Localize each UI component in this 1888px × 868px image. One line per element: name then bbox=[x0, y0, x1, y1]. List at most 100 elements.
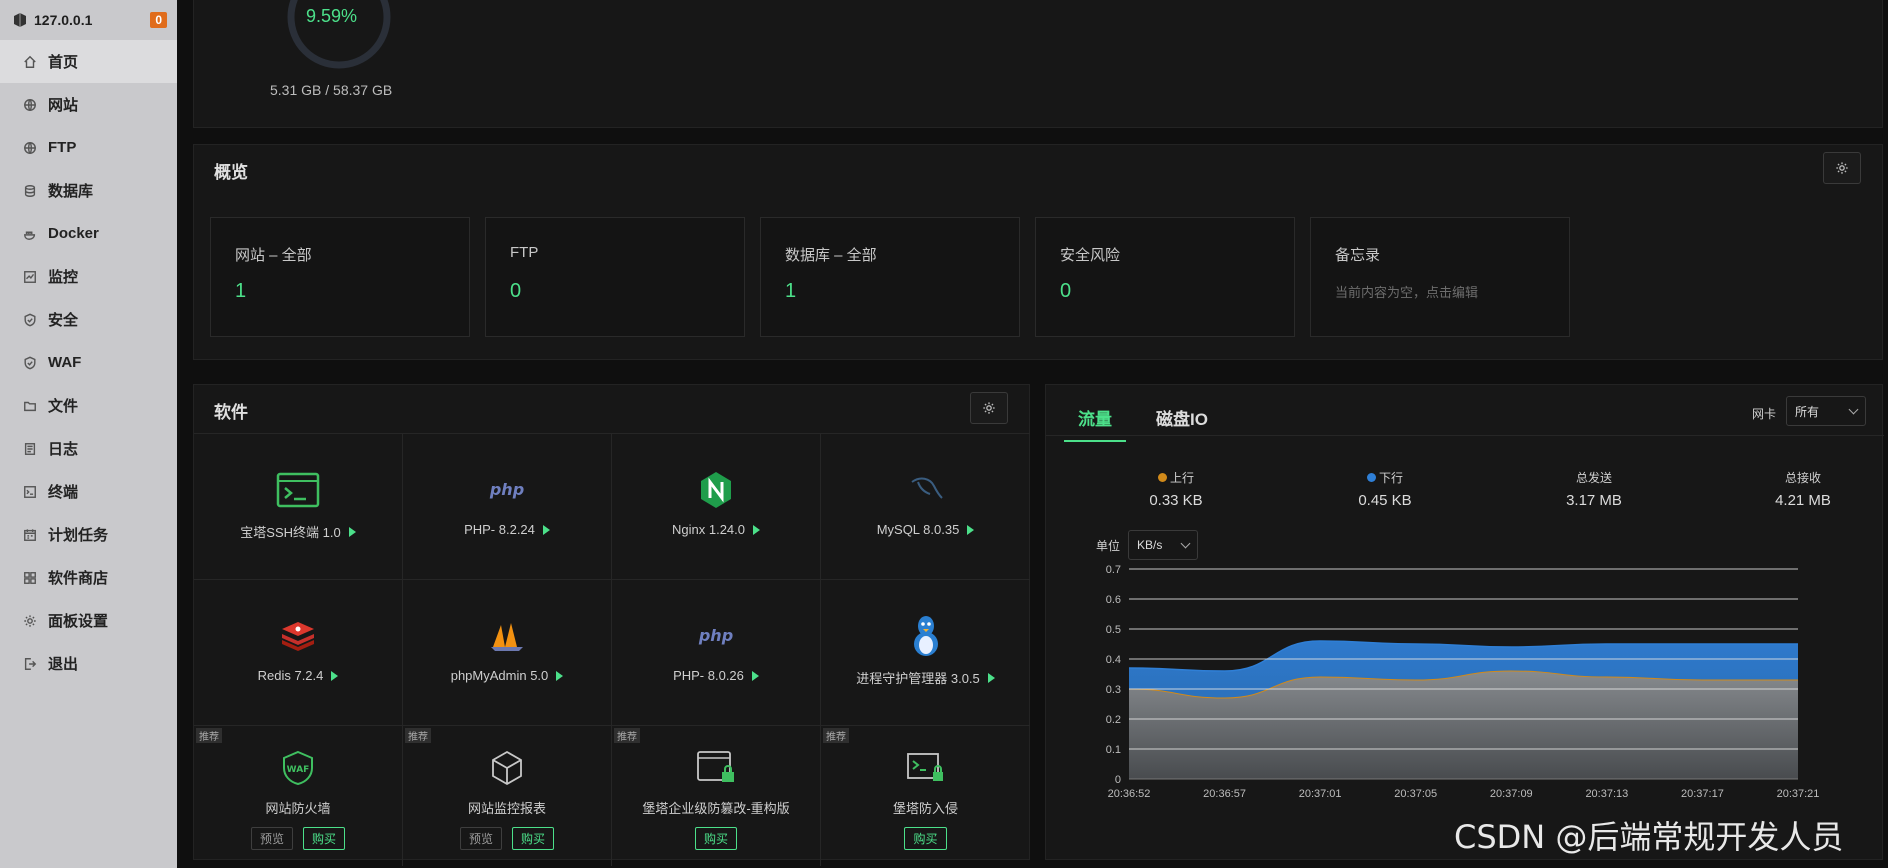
software-title: 软件 bbox=[214, 403, 248, 422]
overview-card[interactable]: 备忘录当前内容为空，点击编辑 bbox=[1310, 217, 1570, 337]
buy-button[interactable]: 购买 bbox=[512, 827, 555, 850]
sidebar-item[interactable]: 文件 bbox=[0, 384, 177, 427]
buy-button[interactable]: 购买 bbox=[303, 827, 346, 850]
lock-window-icon bbox=[696, 748, 736, 788]
promo-buttons: 购买 bbox=[694, 827, 737, 850]
preview-button[interactable]: 预览 bbox=[250, 827, 293, 850]
memo-note[interactable]: 当前内容为空，点击编辑 bbox=[1335, 282, 1478, 301]
promo-item: 推荐 WAF 网站防火墙 预览 购买 bbox=[194, 726, 403, 866]
play-icon[interactable] bbox=[987, 672, 995, 683]
promo-row: 推荐 WAF 网站防火墙 预览 购买 推荐 网站监控报表 预览 购买 推荐 堡塔企业级防篡改-重构版… bbox=[194, 726, 1030, 866]
play-icon[interactable] bbox=[967, 524, 975, 535]
preview-button[interactable]: 预览 bbox=[459, 827, 502, 850]
traffic-stat-value: 4.21 MB bbox=[1775, 492, 1831, 509]
promo-name: 堡塔企业级防篡改-重构版 bbox=[642, 801, 790, 816]
sidebar-item-label: 首页 bbox=[48, 54, 79, 71]
nic-select-value: 所有 bbox=[1795, 404, 1820, 419]
nic-select[interactable]: 所有 bbox=[1786, 396, 1866, 426]
y-tick-label: 0.4 bbox=[1106, 654, 1121, 666]
sidebar-item[interactable]: 数据库 bbox=[0, 169, 177, 212]
buy-button[interactable]: 购买 bbox=[694, 827, 737, 850]
promo-item: 推荐 堡塔防入侵 购买 bbox=[821, 726, 1030, 866]
disk-panel bbox=[193, 0, 1883, 128]
overview-card[interactable]: 网站 – 全部 1 bbox=[210, 217, 470, 337]
sidebar-item[interactable]: 首页 bbox=[0, 40, 177, 83]
overview-card-value: 0 bbox=[510, 280, 522, 302]
traffic-stat-value: 0.33 KB bbox=[1149, 492, 1203, 509]
sidebar-item[interactable]: 面板设置 bbox=[0, 599, 177, 642]
buy-button[interactable]: 购买 bbox=[904, 827, 947, 850]
legend-dot-icon bbox=[1366, 473, 1376, 482]
play-icon[interactable] bbox=[751, 670, 759, 681]
sidebar-item-label: FTP bbox=[48, 139, 77, 156]
software-name: 进程守护管理器 3.0.5 bbox=[856, 671, 980, 686]
sidebar-item[interactable]: 计划任务 bbox=[0, 513, 177, 556]
software-item[interactable]: Redis 7.2.4 bbox=[194, 580, 403, 725]
traffic-stat-value: 0.45 KB bbox=[1358, 492, 1412, 509]
y-tick-label: 0.3 bbox=[1106, 684, 1121, 696]
x-tick-label: 20:37:01 bbox=[1299, 788, 1342, 800]
sidebar-item[interactable]: 网站 bbox=[0, 83, 177, 126]
php-icon: php bbox=[694, 614, 738, 658]
sidebar-item[interactable]: 安全 bbox=[0, 298, 177, 341]
software-item[interactable]: phpMyAdmin 5.0 bbox=[403, 580, 612, 725]
sidebar-item[interactable]: FTP bbox=[0, 126, 177, 169]
overview-card[interactable]: FTP 0 bbox=[485, 217, 745, 337]
redis-icon bbox=[278, 614, 318, 658]
logout-icon bbox=[22, 656, 38, 672]
svg-text:WAF: WAF bbox=[287, 765, 310, 775]
software-item[interactable]: Nginx 1.24.0 bbox=[612, 434, 821, 579]
chevron-down-icon bbox=[1848, 404, 1859, 414]
notification-badge[interactable]: 0 bbox=[150, 12, 167, 28]
play-icon[interactable] bbox=[331, 670, 339, 681]
sidebar-item[interactable]: WAF bbox=[0, 341, 177, 384]
sidebar-item-label: 网站 bbox=[48, 97, 79, 114]
sidebar-item[interactable]: 终端 bbox=[0, 470, 177, 513]
traffic-stat-label-row: 上行 bbox=[1106, 469, 1246, 486]
sidebar-item[interactable]: 退出 bbox=[0, 642, 177, 685]
y-tick-label: 0.1 bbox=[1106, 744, 1121, 756]
software-item[interactable]: php PHP- 8.2.24 bbox=[403, 434, 612, 579]
calendar-icon bbox=[22, 527, 38, 543]
overview-card[interactable]: 安全风险 0 bbox=[1035, 217, 1295, 337]
play-icon[interactable] bbox=[542, 524, 550, 535]
traffic-stat: 下行 0.45 KB bbox=[1315, 469, 1455, 509]
apps-icon bbox=[22, 570, 38, 586]
recommend-tag: 推荐 bbox=[405, 728, 431, 743]
overview-card-title: 数据库 – 全部 bbox=[785, 247, 877, 264]
legend-dot-icon bbox=[1157, 473, 1167, 482]
software-name: phpMyAdmin 5.0 bbox=[450, 668, 549, 683]
software-name: MySQL 8.0.35 bbox=[876, 522, 960, 537]
software-name: PHP- 8.2.24 bbox=[464, 522, 535, 537]
software-item[interactable]: 进程守护管理器 3.0.5 bbox=[821, 580, 1030, 725]
software-name-row: MySQL 8.0.35 bbox=[877, 522, 975, 537]
overview-settings-button[interactable] bbox=[1823, 152, 1861, 184]
promo-name: 网站监控报表 bbox=[467, 801, 546, 816]
sidebar-item[interactable]: 日志 bbox=[0, 427, 177, 470]
software-settings-button[interactable] bbox=[970, 392, 1008, 424]
sidebar-item-label: WAF bbox=[48, 354, 82, 371]
watermark: CSDN @后端常规开发人员 bbox=[1454, 818, 1844, 856]
overview-card-title: 备忘录 bbox=[1335, 247, 1381, 264]
play-icon[interactable] bbox=[556, 670, 564, 681]
play-icon[interactable] bbox=[348, 526, 356, 537]
sidebar-item[interactable]: Docker bbox=[0, 212, 177, 255]
unit-select[interactable]: KB/s bbox=[1128, 530, 1198, 560]
promo-buttons: 预览 购买 bbox=[459, 827, 555, 850]
software-item[interactable]: php PHP- 8.0.26 bbox=[612, 580, 821, 725]
sidebar-item-label: 监控 bbox=[48, 269, 79, 286]
recommend-tag: 推荐 bbox=[614, 728, 640, 743]
y-tick-label: 0.5 bbox=[1106, 624, 1121, 636]
traffic-stat-label-row: 下行 bbox=[1315, 469, 1455, 486]
software-item[interactable]: 宝塔SSH终端 1.0 bbox=[194, 434, 403, 579]
promo-item: 推荐网站监控报表预览 购买 bbox=[403, 726, 612, 866]
recommend-tag: 推荐 bbox=[196, 728, 222, 743]
sidebar-item[interactable]: 监控 bbox=[0, 255, 177, 298]
overview-card[interactable]: 数据库 – 全部 1 bbox=[760, 217, 1020, 337]
sidebar-item[interactable]: 软件商店 bbox=[0, 556, 177, 599]
x-tick-label: 20:37:09 bbox=[1490, 788, 1533, 800]
sidebar-brand[interactable]: 127.0.0.1 0 bbox=[0, 0, 177, 40]
disk-usage-size: 5.31 GB / 58.37 GB bbox=[270, 82, 393, 98]
software-item[interactable]: MySQL 8.0.35 bbox=[821, 434, 1030, 579]
play-icon[interactable] bbox=[753, 524, 760, 535]
